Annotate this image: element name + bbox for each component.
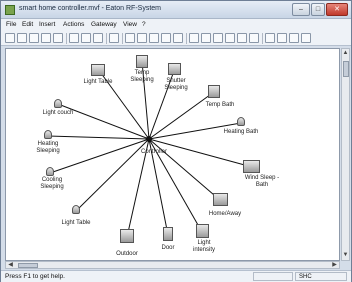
light-icon xyxy=(72,205,80,214)
zoom-out-icon[interactable] xyxy=(277,33,287,43)
shutter-icon xyxy=(168,63,181,75)
thermostat-icon xyxy=(136,55,148,68)
switch-icon xyxy=(213,193,228,206)
network-canvas[interactable]: Controller Light Table Temp Sleeping Shu… xyxy=(5,48,340,261)
toolbar-separator xyxy=(122,33,123,44)
grid-icon[interactable] xyxy=(173,33,183,43)
window-title: smart home controller.mvf - Eaton RF-Sys… xyxy=(19,5,161,12)
open-icon[interactable] xyxy=(17,33,27,43)
heating-icon xyxy=(237,117,245,126)
arrange-icon[interactable] xyxy=(201,33,211,43)
horizontal-scrollbar[interactable]: ◀ ▶ xyxy=(5,261,340,269)
node-light-table-2[interactable]: Light Table xyxy=(62,205,90,226)
grid-icon[interactable] xyxy=(125,33,135,43)
search-icon[interactable] xyxy=(289,33,299,43)
node-heating-sleeping[interactable]: Heating Sleeping xyxy=(36,130,60,154)
menu-file[interactable]: File xyxy=(6,21,16,28)
info-icon[interactable] xyxy=(301,33,311,43)
light-icon xyxy=(91,64,105,76)
connection-line xyxy=(75,138,150,212)
new-icon[interactable] xyxy=(5,33,15,43)
node-outdoor[interactable]: Outdoor xyxy=(116,229,138,257)
menu-bar: File Edit Insert Actions Gateway View ? xyxy=(1,19,351,31)
status-pane-mode: SHC xyxy=(295,272,347,281)
node-wind-sleep-bath[interactable]: Wind Sleep - Bath xyxy=(243,160,279,188)
menu-actions[interactable]: Actions xyxy=(63,21,84,28)
zoom-in-icon[interactable] xyxy=(265,33,275,43)
arrange-icon[interactable] xyxy=(225,33,235,43)
save-icon[interactable] xyxy=(29,33,39,43)
copy-icon[interactable] xyxy=(81,33,91,43)
menu-edit[interactable]: Edit xyxy=(22,21,33,28)
door-icon xyxy=(163,227,173,241)
menu-insert[interactable]: Insert xyxy=(39,21,55,28)
toolbar-separator xyxy=(262,33,263,44)
status-pane-empty xyxy=(253,272,293,281)
maximize-button[interactable]: □ xyxy=(311,3,325,16)
arrange-icon[interactable] xyxy=(237,33,247,43)
grid-icon[interactable] xyxy=(161,33,171,43)
sensor-icon xyxy=(196,224,209,238)
app-icon xyxy=(5,5,15,15)
node-temp-sleeping[interactable]: Temp Sleeping xyxy=(130,55,154,83)
sensor-icon xyxy=(120,229,134,243)
light-icon xyxy=(54,99,62,108)
title-bar[interactable]: smart home controller.mvf - Eaton RF-Sys… xyxy=(1,1,351,19)
scroll-left-icon[interactable]: ◀ xyxy=(6,261,15,269)
node-cooling-sleeping[interactable]: Cooling Sleeping xyxy=(40,167,64,190)
connection-line xyxy=(47,135,150,140)
undo-icon[interactable] xyxy=(41,33,51,43)
vertical-scrollbar[interactable]: ▲ ▼ xyxy=(341,48,350,261)
node-home-away[interactable]: Home/Away xyxy=(209,193,241,217)
toolbar-separator xyxy=(66,33,67,44)
node-light-table-1[interactable]: Light Table xyxy=(84,64,112,85)
scroll-right-icon[interactable]: ▶ xyxy=(330,261,339,269)
arrange-icon[interactable] xyxy=(189,33,199,43)
menu-view[interactable]: View xyxy=(123,21,137,28)
grid-icon[interactable] xyxy=(137,33,147,43)
cut-icon[interactable] xyxy=(69,33,79,43)
grid-icon[interactable] xyxy=(149,33,159,43)
controller-node[interactable] xyxy=(146,136,152,142)
status-bar: Press F1 to get help. SHC xyxy=(1,270,351,282)
arrange-icon[interactable] xyxy=(249,33,259,43)
controller-label: Controller xyxy=(140,149,168,155)
toolbar xyxy=(1,31,351,46)
vertical-scroll-thumb[interactable] xyxy=(343,61,349,77)
app-window: smart home controller.mvf - Eaton RF-Sys… xyxy=(0,0,352,282)
menu-help[interactable]: ? xyxy=(142,21,146,28)
connection-line xyxy=(148,91,215,140)
node-shutter-sleeping[interactable]: Shutter Sleeping xyxy=(164,63,188,91)
cooling-icon xyxy=(46,167,54,176)
horizontal-scroll-thumb[interactable] xyxy=(18,263,38,268)
minimize-button[interactable]: – xyxy=(292,3,310,16)
heating-icon xyxy=(44,130,52,139)
node-light-intensity[interactable]: Light intensity xyxy=(193,224,215,253)
scroll-up-icon[interactable]: ▲ xyxy=(342,49,349,58)
paste-icon[interactable] xyxy=(93,33,103,43)
settings-icon[interactable] xyxy=(109,33,119,43)
sensor-icon xyxy=(243,160,260,173)
node-temp-bath[interactable]: Temp Bath xyxy=(206,85,234,108)
scroll-down-icon[interactable]: ▼ xyxy=(342,251,349,260)
node-heating-bath[interactable]: Heating Bath xyxy=(224,117,258,135)
close-button[interactable]: ✕ xyxy=(326,3,348,16)
toolbar-separator xyxy=(186,33,187,44)
node-door[interactable]: Door xyxy=(161,227,175,251)
redo-icon[interactable] xyxy=(53,33,63,43)
toolbar-separator xyxy=(106,33,107,44)
node-light-couch[interactable]: Light couch xyxy=(43,99,73,116)
arrange-icon[interactable] xyxy=(213,33,223,43)
thermostat-icon xyxy=(208,85,220,98)
status-text: Press F1 to get help. xyxy=(5,273,65,280)
menu-gateway[interactable]: Gateway xyxy=(91,21,117,28)
